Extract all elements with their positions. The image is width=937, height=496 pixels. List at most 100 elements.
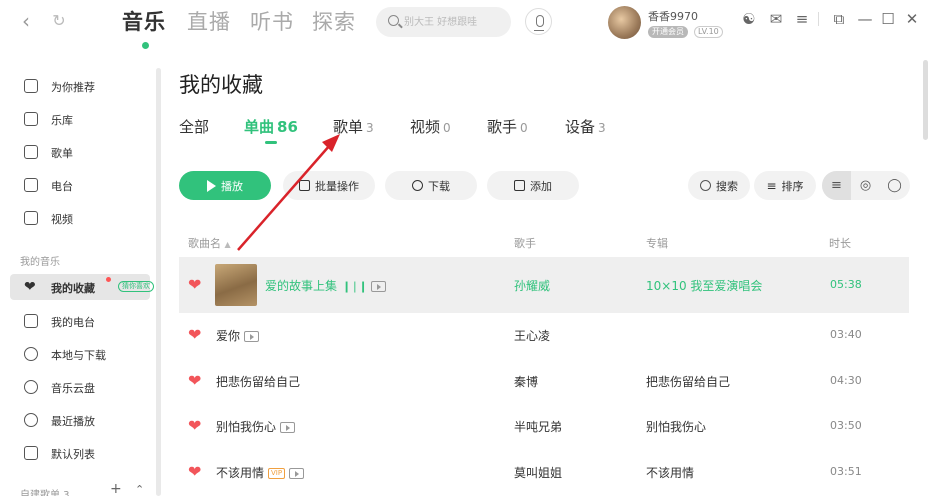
tab-music[interactable]: 音乐 xyxy=(122,6,166,36)
search-box[interactable] xyxy=(376,7,511,37)
heart-icon[interactable]: ❤ xyxy=(188,373,201,389)
sidebar-scrollbar[interactable] xyxy=(156,68,161,496)
song-duration: 03:51 xyxy=(830,465,862,478)
album-cover[interactable] xyxy=(215,264,257,306)
song-singer[interactable]: 孙耀威 xyxy=(514,277,550,294)
button-label: 排序 xyxy=(781,179,804,193)
sidebar-item-recommend[interactable]: 为你推荐 xyxy=(10,73,150,99)
mv-icon[interactable] xyxy=(280,422,296,433)
table-row[interactable]: ❤ 爱你 王心凌 03:40 xyxy=(179,313,909,358)
sidebar-item-my-radio[interactable]: 我的电台 xyxy=(10,308,150,334)
sidebar-item-local-download[interactable]: 本地与下载 xyxy=(10,341,150,367)
minimize-icon[interactable]: — xyxy=(856,10,874,28)
menu-icon[interactable]: ≡ xyxy=(793,10,811,28)
song-title[interactable]: 把悲伤留给自己 xyxy=(216,373,300,390)
chevron-up-icon[interactable]: ⌃ xyxy=(135,483,144,496)
sidebar-item-favorites[interactable]: ❤ 我的收藏 猜你喜欢 xyxy=(10,274,154,300)
guess-you-like-tag[interactable]: 猜你喜欢 xyxy=(118,281,154,292)
tab-devices[interactable]: 设备 3 xyxy=(565,116,606,137)
tab-count: 0 xyxy=(520,121,528,135)
tab-count: 3 xyxy=(598,121,606,135)
play-all-button[interactable]: 播放 xyxy=(179,171,271,200)
song-album[interactable]: 别怕我伤心 xyxy=(646,418,706,435)
mv-icon[interactable] xyxy=(244,331,260,342)
column-header-duration[interactable]: 时长 xyxy=(829,235,851,251)
song-title[interactable]: 爱你 xyxy=(216,327,260,344)
heart-icon[interactable]: ❤ xyxy=(188,464,201,480)
list-view-icon[interactable]: ≡ xyxy=(822,171,851,200)
table-row[interactable]: ❤ 不该用情 VIP 莫叫姐姐 不该用情 03:51 xyxy=(179,450,909,495)
song-title-text: 别怕我伤心 xyxy=(216,420,277,434)
close-icon[interactable]: ✕ xyxy=(903,10,921,28)
heart-icon[interactable]: ❤ xyxy=(188,418,201,434)
download-button[interactable]: 下载 xyxy=(385,171,477,200)
level-badge: LV.10 xyxy=(694,26,723,38)
button-label: 添加 xyxy=(530,179,552,193)
column-header-song[interactable]: 歌曲名 ▲ xyxy=(188,235,231,251)
mv-icon[interactable] xyxy=(370,281,386,292)
sidebar-item-default-list[interactable]: 默认列表 xyxy=(10,440,150,466)
add-button[interactable]: 添加 xyxy=(487,171,579,200)
column-header-singer[interactable]: 歌手 xyxy=(514,235,536,251)
avatar[interactable] xyxy=(608,6,641,39)
tab-all[interactable]: 全部 xyxy=(179,116,209,137)
search-in-list-button[interactable]: 搜索 xyxy=(688,171,750,200)
tab-explore[interactable]: 探索 xyxy=(312,6,356,36)
tab-label: 全部 xyxy=(179,118,210,136)
table-row[interactable]: ❤ 爱的故事上集 ❙❘❙ 孙耀威 10×10 我至爱演唱会 05:38 xyxy=(179,257,909,313)
tab-label: 歌单 xyxy=(333,118,364,136)
sort-button[interactable]: ≡ 排序 xyxy=(754,171,816,200)
section-title-playlists: 自建歌单 3 xyxy=(20,490,70,496)
heart-icon[interactable]: ❤ xyxy=(188,277,201,293)
tab-audiobook[interactable]: 听书 xyxy=(250,6,294,36)
song-singer[interactable]: 秦博 xyxy=(514,373,538,390)
mini-mode-icon[interactable]: ⧉ xyxy=(830,10,848,28)
album-view-icon[interactable]: ◎ xyxy=(851,171,880,200)
refresh-icon[interactable]: ↻ xyxy=(48,10,70,32)
sidebar-item-library[interactable]: 乐库 xyxy=(10,106,150,132)
song-title[interactable]: 别怕我伤心 xyxy=(216,418,296,435)
sidebar-item-recent[interactable]: 最近播放 xyxy=(10,407,150,433)
table-row[interactable]: ❤ 别怕我伤心 半吨兄弟 别怕我伤心 03:50 xyxy=(179,404,909,449)
username[interactable]: 香香9970 xyxy=(648,8,698,24)
tab-songs[interactable]: 单曲 86 xyxy=(244,116,298,137)
sidebar-item-cloud[interactable]: 音乐云盘 xyxy=(10,374,150,400)
song-title[interactable]: 不该用情 VIP xyxy=(216,464,305,481)
tab-videos[interactable]: 视频 0 xyxy=(410,116,451,137)
mail-icon[interactable]: ✉ xyxy=(767,10,785,28)
song-singer[interactable]: 王心凌 xyxy=(514,327,550,344)
section-title-my-music: 我的音乐 xyxy=(20,257,60,268)
column-header-album[interactable]: 专辑 xyxy=(646,235,668,251)
sidebar-item-playlists[interactable]: 歌单 xyxy=(10,139,150,165)
table-row[interactable]: ❤ 把悲伤留给自己 秦博 把悲伤留给自己 04:30 xyxy=(179,359,909,404)
tab-singers[interactable]: 歌手 0 xyxy=(487,116,528,137)
song-singer[interactable]: 莫叫姐姐 xyxy=(514,464,562,481)
search-input[interactable] xyxy=(404,13,504,31)
download-icon xyxy=(412,180,423,191)
song-title-text: 爱的故事上集 xyxy=(265,279,338,293)
view-mode-toggle: ≡ ◎ ◯ xyxy=(822,171,910,200)
main-scrollbar[interactable] xyxy=(923,60,928,140)
heart-icon[interactable]: ❤ xyxy=(188,327,201,343)
song-album[interactable]: 不该用情 xyxy=(646,464,694,481)
tab-live[interactable]: 直播 xyxy=(187,6,231,36)
back-icon[interactable]: ‹ xyxy=(15,10,37,32)
skin-icon[interactable]: ☯ xyxy=(740,10,758,28)
tab-playlists[interactable]: 歌单 3 xyxy=(333,116,374,137)
song-album[interactable]: 把悲伤留给自己 xyxy=(646,373,730,390)
singer-view-icon[interactable]: ◯ xyxy=(880,171,909,200)
voice-search-icon[interactable] xyxy=(525,8,552,35)
song-title[interactable]: 爱的故事上集 ❙❘❙ xyxy=(265,277,386,294)
vip-badge[interactable]: 开通会员 xyxy=(648,26,688,38)
playing-equalizer-icon: ❙❘❙ xyxy=(342,280,368,293)
mv-icon[interactable] xyxy=(289,468,305,479)
sidebar-item-video[interactable]: 视频 xyxy=(10,205,150,231)
tab-label: 歌手 xyxy=(487,118,518,136)
add-icon[interactable]: + xyxy=(110,481,122,496)
song-singer[interactable]: 半吨兄弟 xyxy=(514,418,562,435)
batch-operation-button[interactable]: 批量操作 xyxy=(283,171,375,200)
maximize-icon[interactable]: ☐ xyxy=(879,10,897,28)
sidebar-item-radio[interactable]: 电台 xyxy=(10,172,150,198)
song-album[interactable]: 10×10 我至爱演唱会 xyxy=(646,277,762,294)
song-title-text: 爱你 xyxy=(216,329,241,343)
